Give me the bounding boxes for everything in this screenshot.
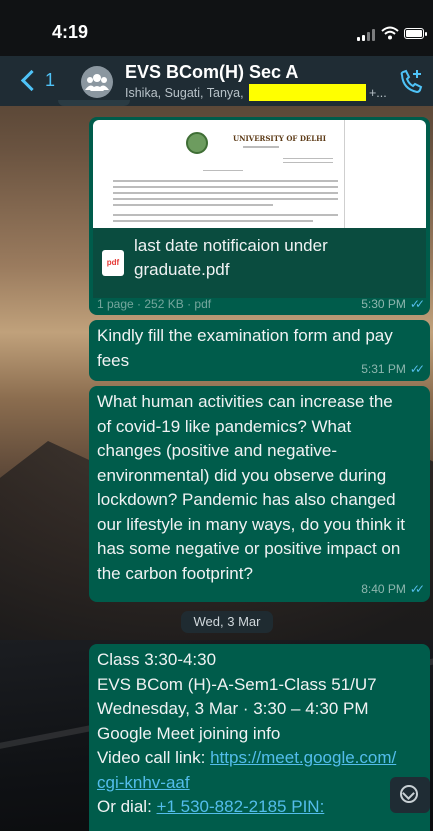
wifi-icon <box>381 26 399 40</box>
message-time: 5:31 PM <box>361 362 406 376</box>
date-separator: Wed, 3 Mar <box>181 611 273 633</box>
signal-icon <box>357 29 377 41</box>
message-meta: 8:40 PM ✓✓ <box>361 582 425 596</box>
previous-message-edge <box>58 100 130 106</box>
document-preview-heading: UNIVERSITY OF DELHI <box>233 134 327 143</box>
double-tick-icon: ✓✓ <box>409 362 425 376</box>
document-file-info: 1 page · 252 KB · pdf <box>97 297 212 311</box>
text-message[interactable]: Kindly fill the examination form and pay… <box>89 320 430 381</box>
pdf-icon: pdf <box>102 250 124 276</box>
message-text: Class 3:30-4:30 EVS BCom (H)-A-Sem1-Clas… <box>97 650 397 816</box>
chat-screen: 4:19 1 EVS BCom(H) Sec A Ishika, Sugati,… <box>0 0 433 831</box>
group-avatar[interactable] <box>81 66 113 98</box>
text-message[interactable]: What human activities can increase the o… <box>89 386 430 602</box>
group-members-more[interactable]: +... <box>369 86 387 100</box>
document-preview[interactable]: UNIVERSITY OF DELHI <box>93 120 426 228</box>
university-seal-icon <box>186 132 208 154</box>
status-bar: 4:19 <box>0 0 433 56</box>
unread-count: 1 <box>45 69 56 90</box>
scroll-down-button[interactable] <box>390 777 430 813</box>
add-call-icon[interactable] <box>397 69 425 95</box>
double-tick-icon: ✓✓ <box>409 582 425 596</box>
dial-link[interactable]: +1 530-882-2185 PIN: <box>157 797 325 816</box>
meet-link-code[interactable]: cgi-knhv-aaf <box>97 773 190 792</box>
group-name[interactable]: EVS BCom(H) Sec A <box>125 62 298 83</box>
message-text: Kindly fill the examination form and pay… <box>97 326 393 370</box>
dial-label: Or dial: <box>97 797 157 816</box>
message-meta: 5:30 PM ✓✓ <box>361 297 425 311</box>
chat-header: 1 EVS BCom(H) Sec A Ishika, Sugati, Tany… <box>0 56 433 106</box>
message-meta: 5:31 PM ✓✓ <box>361 362 425 376</box>
message-time: 8:40 PM <box>361 582 406 596</box>
back-chevron-icon <box>20 69 43 91</box>
message-time: 5:30 PM <box>361 297 406 311</box>
group-avatar-icon <box>85 74 109 91</box>
double-tick-icon: ✓✓ <box>409 297 425 311</box>
message-text: What human activities can increase the o… <box>97 392 406 583</box>
document-message[interactable]: UNIVERSITY OF DELHI pdf last date notifi… <box>89 117 430 315</box>
document-page-divider <box>344 120 345 228</box>
redaction-bar <box>249 84 366 101</box>
video-call-label: Video call link: <box>97 748 211 767</box>
group-members[interactable]: Ishika, Sugati, Tanya, <box>125 86 244 100</box>
document-name-row[interactable]: pdf last date notificaion under graduate… <box>93 228 426 298</box>
back-button[interactable]: 1 <box>20 65 56 95</box>
meet-link[interactable]: https://meet.google.com/ <box>210 748 396 767</box>
battery-icon <box>404 28 427 39</box>
meeting-message[interactable]: Class 3:30-4:30 EVS BCom (H)-A-Sem1-Clas… <box>89 644 430 831</box>
status-time: 4:19 <box>52 22 89 42</box>
document-file-name: last date notificaion under graduate.pdf <box>134 236 328 279</box>
